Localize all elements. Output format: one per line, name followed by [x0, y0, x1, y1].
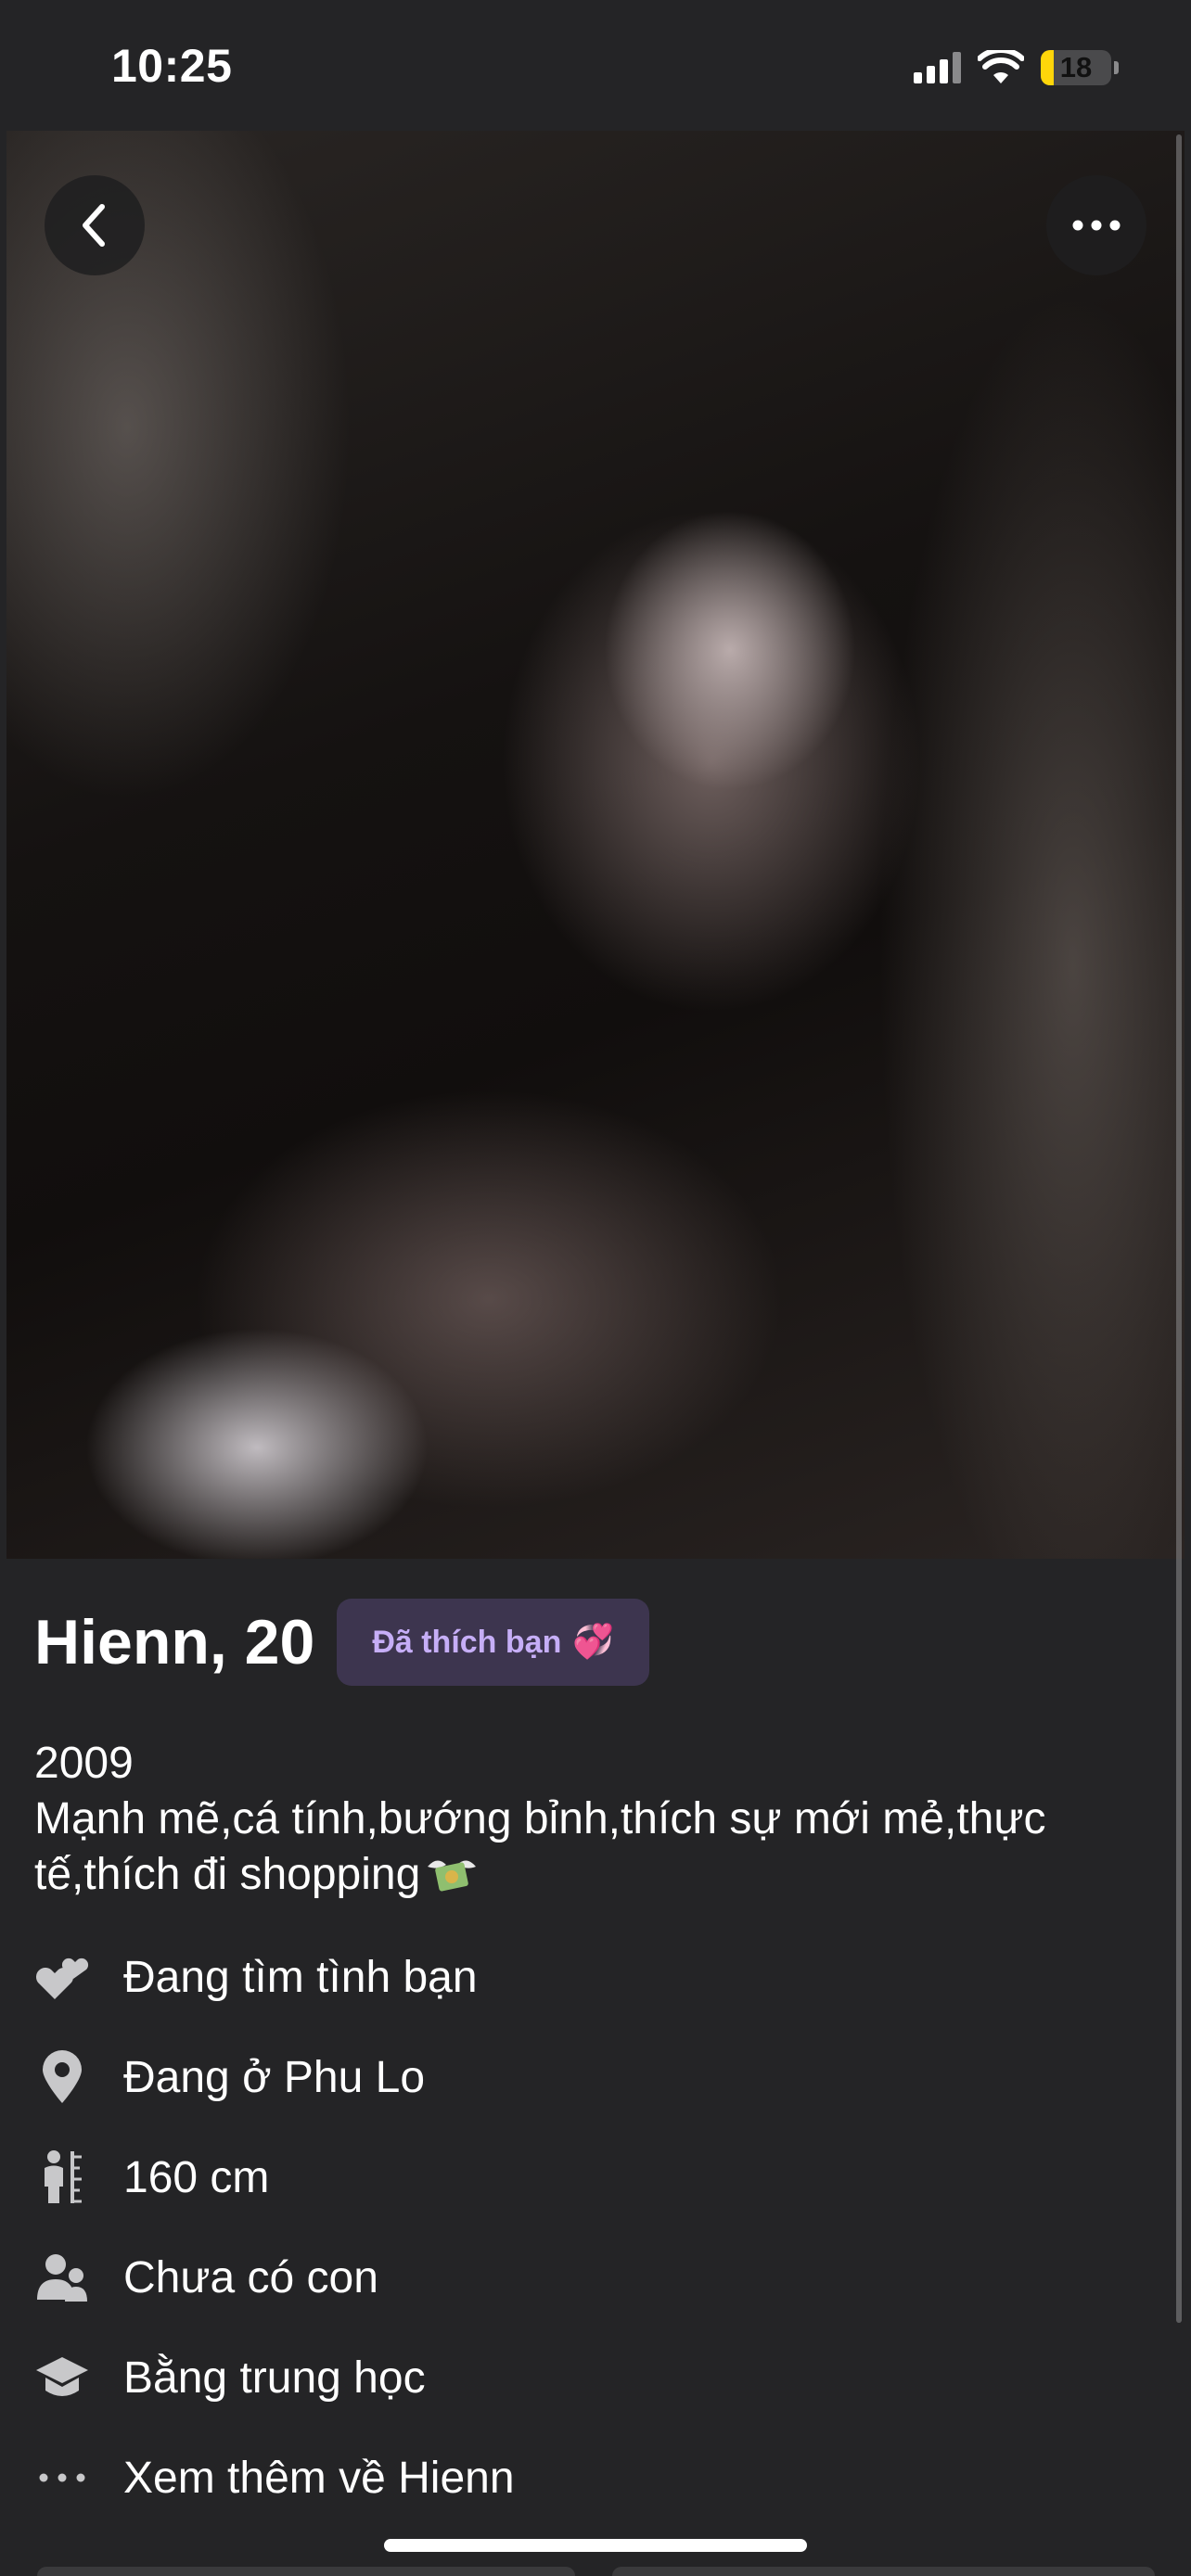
- bio-line: tế,thích đi shopping: [34, 1847, 1120, 1903]
- profile-photo[interactable]: [6, 131, 1185, 1559]
- location-pin-icon: [34, 2049, 90, 2105]
- money-with-wings-icon: [428, 1860, 477, 1892]
- see-more-label: Xem thêm về Hienn: [123, 2453, 515, 2503]
- detail-row-location: Đang ở Phu Lo: [34, 2027, 1147, 2127]
- liked-badge-label: Đã thích bạn: [372, 1625, 562, 1660]
- battery-fill: [1041, 50, 1054, 85]
- hearts-icon: [34, 1949, 90, 2005]
- detail-row-height: 160 cm: [34, 2127, 1147, 2227]
- name-row: Hienn, 20 Đã thích bạn 💞: [34, 1599, 650, 1686]
- detail-label: 160 cm: [123, 2152, 270, 2202]
- bottom-card-left[interactable]: [37, 2567, 575, 2576]
- status-time: 10:25: [111, 40, 233, 92]
- bio-text: tế,thích đi shopping: [34, 1850, 421, 1899]
- profile-bio: 2009 Mạnh mẽ,cá tính,bướng bỉnh,thích sự…: [34, 1736, 1120, 1903]
- bio-line: Mạnh mẽ,cá tính,bướng bỉnh,thích sự mới …: [34, 1794, 1046, 1843]
- height-icon: [34, 2149, 90, 2205]
- detail-label: Bằng trung học: [123, 2353, 426, 2403]
- detail-row-education: Bằng trung học: [34, 2327, 1147, 2428]
- scroll-indicator[interactable]: [1176, 134, 1182, 2323]
- liked-you-badge: Đã thích bạn 💞: [337, 1599, 650, 1686]
- bottom-card-right[interactable]: [612, 2567, 1155, 2576]
- chevron-left-icon: [83, 204, 105, 247]
- status-icons: 18: [914, 46, 1119, 89]
- home-indicator[interactable]: [384, 2539, 807, 2552]
- more-dots-icon: [34, 2450, 90, 2506]
- see-more-button[interactable]: Xem thêm về Hienn: [34, 2428, 1147, 2528]
- battery-cap: [1114, 61, 1119, 74]
- profile-details: Đang tìm tình bạn Đang ở Phu Lo 160 cm C…: [34, 1927, 1147, 2528]
- detail-label: Đang ở Phu Lo: [123, 2052, 426, 2102]
- more-options-button[interactable]: [1046, 175, 1146, 275]
- wifi-icon: [978, 50, 1024, 83]
- revolving-hearts-icon: 💞: [572, 1623, 615, 1661]
- detail-row-children: Chưa có con: [34, 2227, 1147, 2327]
- battery-icon: 18: [1041, 50, 1119, 85]
- profile-name-age: Hienn, 20: [34, 1607, 315, 1677]
- battery-level: 18: [1059, 51, 1093, 83]
- ellipsis-icon: [1072, 220, 1121, 231]
- graduation-cap-icon: [34, 2350, 90, 2405]
- detail-label: Đang tìm tình bạn: [123, 1952, 478, 2002]
- status-bar: 10:25 18: [0, 0, 1191, 131]
- back-button[interactable]: [45, 175, 145, 275]
- bio-line: 2009: [34, 1739, 134, 1788]
- people-icon: [34, 2250, 90, 2305]
- profile-screen: 10:25 18 Hienn, 20 Đã thích bạn 💞 2009 M…: [0, 0, 1191, 2576]
- detail-row-looking-for: Đang tìm tình bạn: [34, 1927, 1147, 2027]
- detail-label: Chưa có con: [123, 2252, 378, 2302]
- signal-icon: [914, 52, 961, 83]
